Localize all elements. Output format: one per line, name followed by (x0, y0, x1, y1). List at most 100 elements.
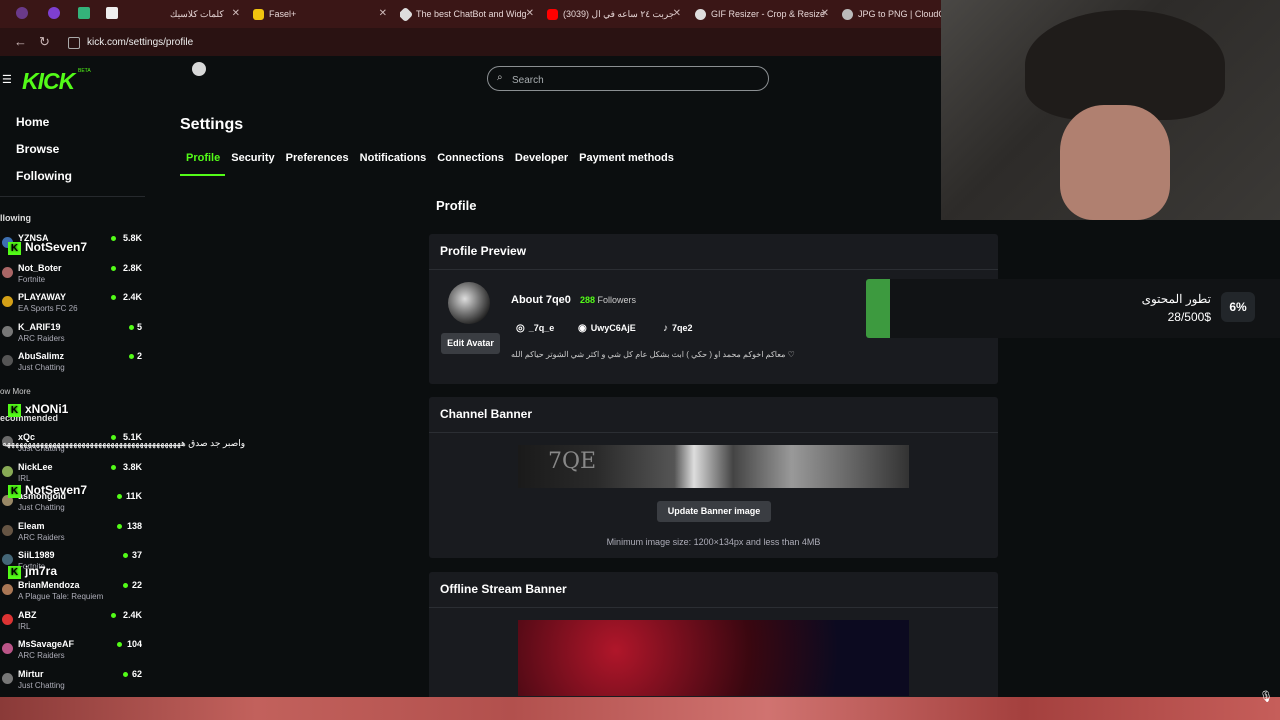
app-icon[interactable] (106, 7, 118, 19)
channel-banner-image: 7QE (518, 445, 909, 488)
browser-tab[interactable]: JPG to PNG | CloudCon (842, 0, 941, 28)
chrome-icon[interactable] (16, 7, 28, 19)
viewer-count: 2.8K (122, 262, 142, 273)
channel-category: EA Sports FC 26 (18, 304, 78, 314)
bio-text: معاكم اخوكم محمد او ( حكي ) ابث بشكل عام… (511, 350, 795, 359)
tab-profile[interactable]: Profile (186, 152, 220, 164)
browser-tab[interactable]: GIF Resizer - Crop & Resize ✕ (695, 0, 829, 28)
divider (429, 607, 998, 608)
search-icon: ⌕ (497, 72, 503, 83)
channel-name: ABZ (18, 609, 37, 620)
channel-name: BrianMendoza (18, 580, 80, 590)
channel-name: Not_Boter (18, 262, 62, 273)
channel-name: MsSavageAF (18, 639, 75, 650)
kick-badge-icon: K (8, 404, 21, 417)
sidebar-item-home[interactable]: Home (16, 115, 49, 129)
live-dot-icon (117, 642, 122, 648)
url-text[interactable]: kick.com/settings/profile (87, 37, 193, 48)
avatar (2, 524, 13, 536)
instagram-link[interactable]: ◎ _7q_e (516, 323, 554, 334)
avatar (2, 266, 13, 278)
favicon-icon (400, 6, 414, 22)
offline-banner-image (518, 620, 909, 696)
discord-handle: UwyC6AjE (590, 323, 636, 333)
menu-icon[interactable]: ☰ (2, 73, 12, 86)
channel-category: Just Chatting (18, 503, 65, 513)
alert-text: jm7ra (25, 564, 58, 578)
browser-tab[interactable]: جربت ٢٤ ساعه في ال (3039) ✕ (547, 0, 681, 28)
close-icon[interactable]: ✕ (821, 8, 829, 19)
sidebar-channel[interactable]: AbuSalimz Just Chatting 2 (0, 351, 145, 379)
tab-notifications[interactable]: Notifications (360, 152, 427, 164)
tab-preferences[interactable]: Preferences (286, 152, 349, 164)
live-dot-icon (123, 671, 128, 677)
chat-overlay-line: واصبر جد صدق ههههههههههههههههههههههههههه… (2, 438, 246, 448)
avatar (2, 643, 13, 655)
kick-logo[interactable]: KICK (22, 68, 75, 95)
channel-category: A Plague Tale: Requiem (18, 592, 104, 601)
tab-security[interactable]: Security (231, 152, 274, 164)
sidebar-item-following[interactable]: Following (16, 169, 72, 183)
twitch-icon[interactable] (48, 7, 60, 19)
close-icon[interactable]: ✕ (232, 8, 240, 19)
update-banner-button[interactable]: Update Banner image (657, 501, 771, 522)
divider (429, 432, 998, 433)
viewer-count: 11K (125, 491, 142, 502)
live-dot-icon (129, 354, 134, 360)
app-icon[interactable] (78, 7, 90, 19)
banner-size-hint: Minimum image size: 1200×134px and less … (606, 537, 821, 547)
kick-badge-icon: K (8, 485, 21, 498)
alert-name: K NotSeven7 (8, 240, 87, 255)
instagram-icon: ◎ (516, 323, 525, 334)
browser-tab-bar: كلمات كلاسيك ✕ Fasel+ ✕ The best ChatBot… (0, 0, 941, 28)
banner-logo-text: 7QE (548, 449, 597, 474)
tab-label: Fasel+ (269, 9, 297, 19)
alert-text: NotSeven7 (25, 240, 88, 254)
goal-title: تطور المحتوى (1141, 292, 1211, 306)
close-icon[interactable]: ✕ (379, 8, 387, 19)
mascot-icon (192, 62, 206, 76)
tiktok-link[interactable]: ♪ 7qe2 (663, 323, 693, 334)
alert-name: Kjm7ra (8, 564, 57, 579)
sidebar-channel[interactable]: Not_Boter Fortnite 2.8K (0, 263, 145, 291)
card-title: Offline Stream Banner (440, 582, 567, 596)
discord-link[interactable]: ◉ UwyC6AjE (578, 323, 636, 334)
settings-tabs: Profile Security Preferences Notificatio… (186, 152, 674, 164)
sidebar-channel[interactable]: ABZ IRL 2.4K (0, 610, 145, 638)
sidebar-channel[interactable]: Mirtur Just Chatting 62 (0, 669, 145, 697)
active-tab-indicator (180, 174, 225, 176)
search-input[interactable] (510, 71, 754, 89)
show-more-button[interactable]: ow More (0, 387, 31, 396)
channel-name: PLAYAWAY (18, 292, 67, 303)
close-icon[interactable]: ✕ (526, 8, 534, 19)
tab-payment-methods[interactable]: Payment methods (579, 152, 674, 164)
goal-percent: 6% (1221, 292, 1255, 322)
live-dot-icon (111, 265, 116, 271)
cloud-icon (842, 8, 853, 20)
card-title: Channel Banner (440, 407, 533, 421)
browser-tab[interactable]: كلمات كلاسيك ✕ (170, 0, 240, 28)
reload-icon[interactable]: ↻ (39, 34, 50, 50)
sidebar-channel[interactable]: PLAYAWAY EA Sports FC 26 2.4K (0, 292, 145, 320)
back-icon[interactable]: ← (14, 34, 27, 49)
channel-category: Just Chatting (18, 363, 65, 373)
browser-tab[interactable]: The best ChatBot and Widg ✕ (400, 0, 534, 28)
sidebar-channel[interactable]: BrianMendoza A Plague Tale: Requiem 22 (0, 580, 145, 608)
sidebar-channel[interactable]: K_ARIF19 ARC Raiders 5 (0, 322, 145, 350)
sidebar-channel[interactable]: MsSavageAF ARC Raiders 104 (0, 639, 145, 667)
divider (429, 269, 998, 270)
edit-avatar-button[interactable]: Edit Avatar (441, 333, 500, 354)
sidebar-item-browse[interactable]: Browse (16, 142, 59, 156)
mic-icon: 🎙 (1259, 691, 1273, 703)
sidebar-channel[interactable]: Eleam ARC Raiders 138 (0, 521, 145, 549)
viewer-count: 62 (131, 668, 142, 679)
site-info-icon[interactable] (68, 37, 80, 49)
followers-count: 288 Followers (580, 295, 636, 305)
tab-connections[interactable]: Connections (437, 152, 504, 164)
close-icon[interactable]: ✕ (673, 8, 681, 19)
browser-tab[interactable]: Fasel+ ✕ (253, 0, 387, 28)
avatar (2, 465, 13, 477)
avatar (2, 613, 13, 625)
tab-developer[interactable]: Developer (515, 152, 568, 164)
search-bar[interactable]: ⌕ (487, 66, 769, 91)
